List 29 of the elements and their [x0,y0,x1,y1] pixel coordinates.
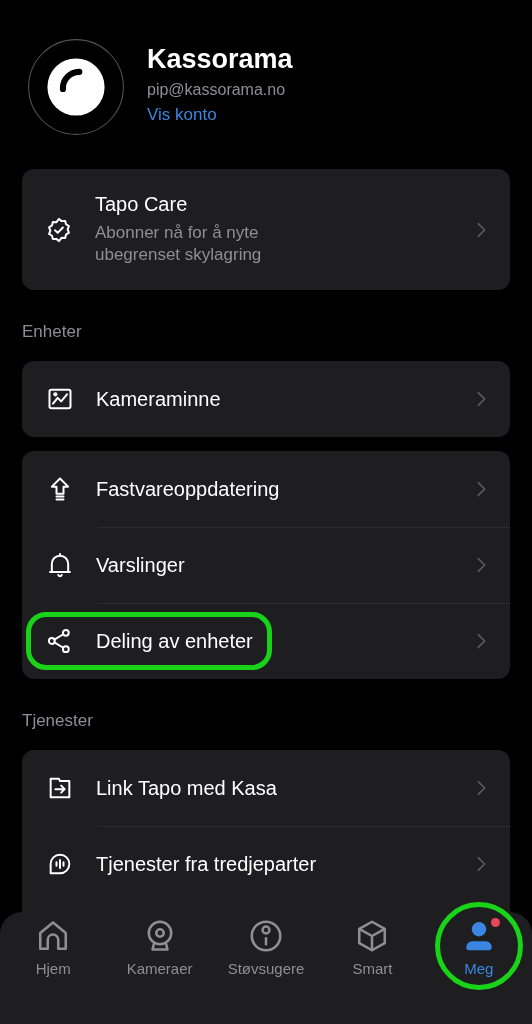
avatar-logo-icon [27,38,125,136]
email-text: pip@kassorama.no [147,80,287,99]
promo-subtitle: Abonner nå for å nyte ubegrenset skylagring [95,221,263,266]
profile-name: Kassorama [147,43,293,75]
item-label: Kameraminne [96,387,221,411]
robot-vacuum-icon [248,918,284,954]
list-item[interactable]: Link Tapo med Kasa [22,750,510,826]
item-label: Deling av enheter [96,629,253,653]
list-item[interactable]: Kameraminne [22,361,510,437]
account-link[interactable]: Vis konto [147,104,293,125]
section-label: Enheter [22,322,83,342]
item-label: Link Tapo med Kasa [96,776,277,800]
item-label: Varslinger [96,553,185,577]
tab-item[interactable]: Hjem [0,912,107,976]
tab-item[interactable]: Meg [425,912,532,976]
badge-check-icon [45,215,73,244]
promo-title: Tapo Care [95,192,189,216]
item-label: Fastvareoppdatering [96,477,280,501]
list-item[interactable]: Varslinger [22,527,510,603]
item-label: Tjenester fra tredjeparter [96,852,317,876]
tab-item[interactable]: Smart [319,912,426,976]
list-item[interactable]: Fastvareoppdatering [22,451,510,527]
promo-card[interactable]: Tapo Care Abonner nå for å nyte ubegrenset skylagring [22,169,510,290]
section-label: Tjenester [22,711,94,731]
tab-item[interactable]: Støvsugere [212,912,320,976]
list-item[interactable]: Tjenester fra tredjeparter [22,826,510,902]
list-item[interactable]: Deling av enheter [22,603,510,679]
bell-icon [46,551,74,579]
tab-item[interactable]: Kameraer [106,912,213,976]
